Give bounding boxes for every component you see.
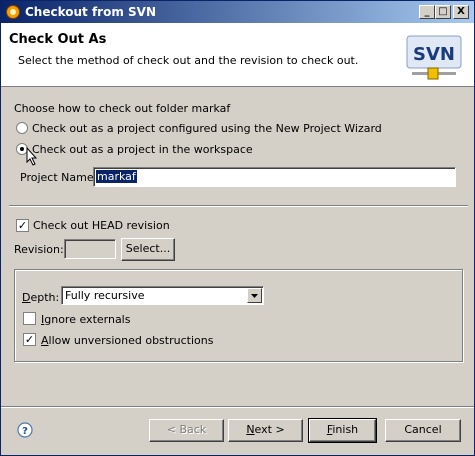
radio-workspace-project-label[interactable]: Check out as a project in the workspace <box>32 143 253 156</box>
radio-new-project-wizard[interactable] <box>16 122 28 134</box>
svg-text:?: ? <box>22 426 28 437</box>
revision-input[interactable] <box>64 239 116 259</box>
page-description: Select the method of check out and the r… <box>18 54 359 67</box>
window-title: Checkout from SVN <box>25 5 156 19</box>
page-title: Check Out As <box>9 32 107 47</box>
mouse-cursor-icon <box>26 147 38 166</box>
head-revision-checkbox[interactable]: ✓ <box>16 219 29 232</box>
allow-unversioned-checkbox[interactable]: ✓ <box>23 333 36 346</box>
depth-label: Depth: <box>22 291 60 304</box>
revision-label: Revision: <box>14 243 64 256</box>
separator <box>9 205 468 207</box>
svg-text:SVN: SVN <box>413 44 455 65</box>
depth-select[interactable]: Fully recursive <box>61 286 264 305</box>
project-name-value: markaf <box>96 170 137 183</box>
radio-new-project-wizard-label[interactable]: Check out as a project configured using … <box>32 122 382 135</box>
select-revision-button[interactable]: Select... <box>121 238 175 261</box>
head-revision-label[interactable]: Check out HEAD revision <box>33 219 170 232</box>
ignore-externals-label[interactable]: Ignore externals <box>41 313 130 326</box>
depth-value: Fully recursive <box>65 289 145 302</box>
checkout-dialog: Checkout from SVN _ □ X Check Out As Sel… <box>0 0 475 456</box>
svn-logo: SVN <box>406 35 462 80</box>
wizard-header: Check Out As Select the method of check … <box>1 23 474 87</box>
svn-checkout-icon <box>6 5 20 19</box>
project-name-label: Project Name: <box>20 171 98 184</box>
close-button[interactable]: X <box>453 5 469 19</box>
chevron-down-icon[interactable] <box>247 288 262 303</box>
ignore-externals-checkbox[interactable] <box>23 312 36 325</box>
cancel-button[interactable]: Cancel <box>385 419 461 442</box>
next-button[interactable]: Next > <box>228 419 303 442</box>
maximize-button[interactable]: □ <box>435 5 451 19</box>
help-icon[interactable]: ? <box>17 422 33 438</box>
title-bar: Checkout from SVN _ □ X <box>1 1 474 23</box>
minimize-button[interactable]: _ <box>419 5 435 19</box>
project-name-input[interactable]: markaf <box>93 167 456 187</box>
method-prompt: Choose how to check out folder markaf <box>14 102 231 115</box>
footer-separator <box>1 406 474 408</box>
allow-unversioned-label[interactable]: Allow unversioned obstructions <box>41 334 213 347</box>
back-button[interactable]: < Back <box>149 419 224 442</box>
finish-button[interactable]: Finish <box>308 418 377 443</box>
